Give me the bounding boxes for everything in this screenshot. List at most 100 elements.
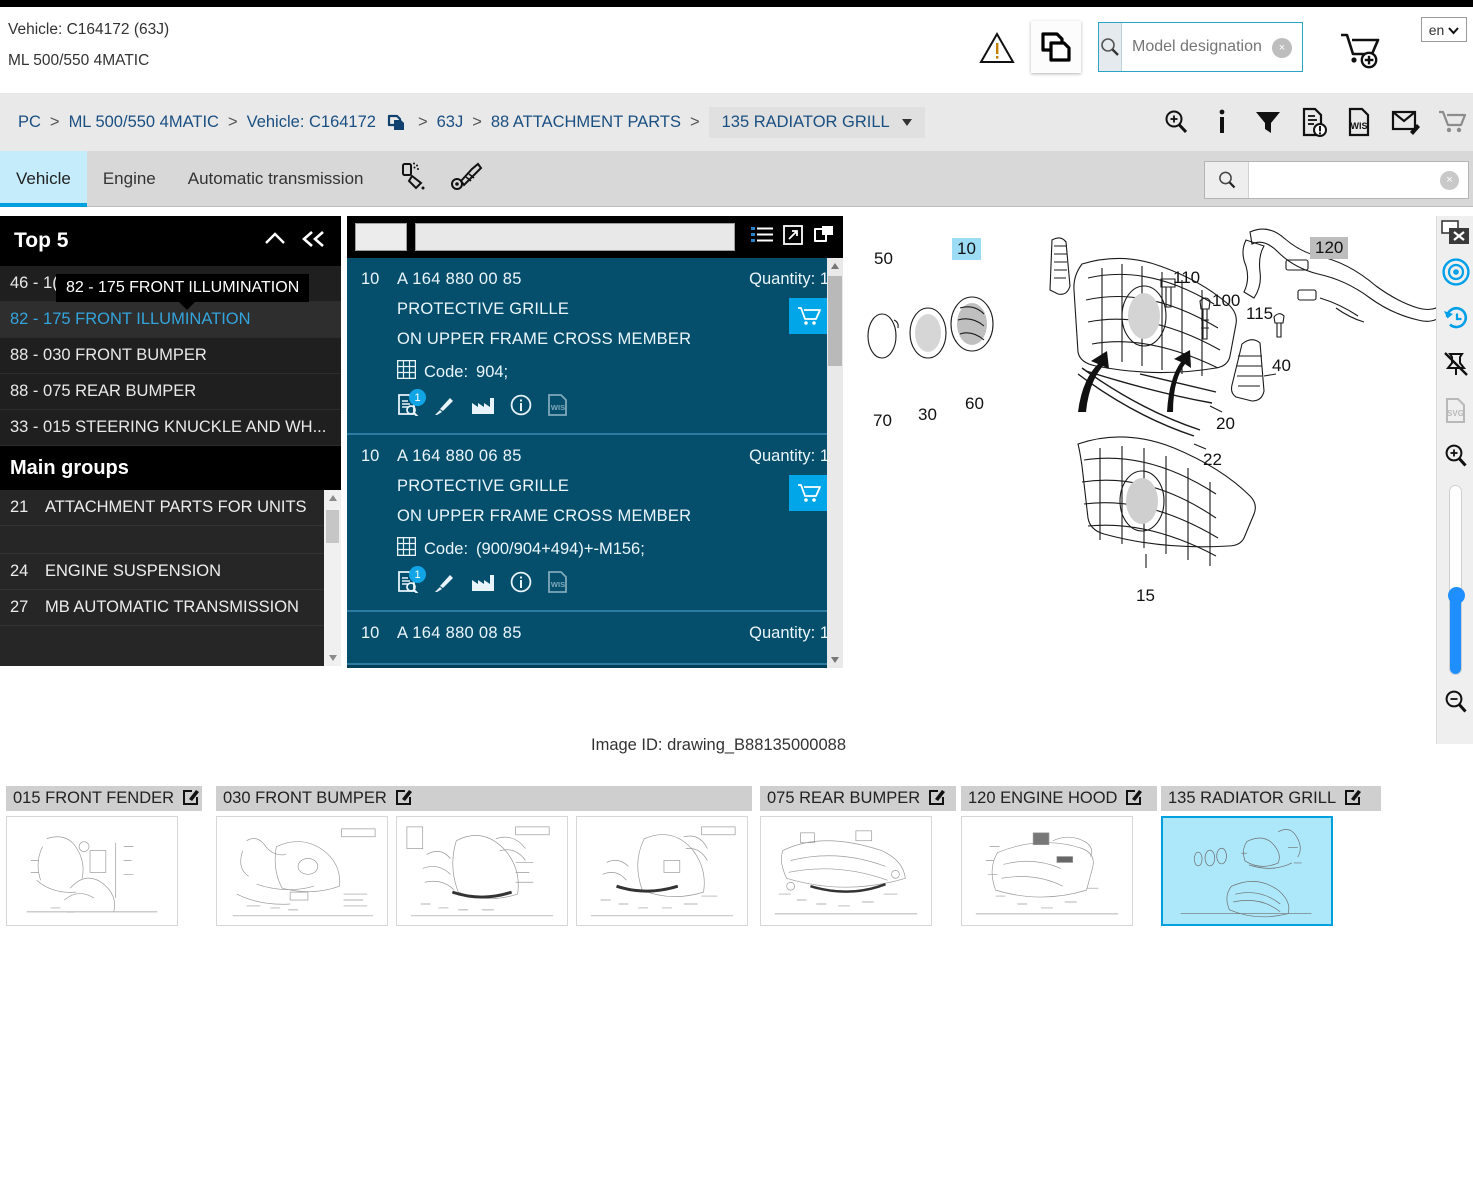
zoom-out-icon[interactable]	[1437, 679, 1473, 725]
tab-automatic-transmission[interactable]: Automatic transmission	[172, 151, 380, 207]
wis-icon[interactable]: WIS	[547, 571, 569, 598]
breadcrumb-item-attachment-parts[interactable]: 88 ATTACHMENT PARTS	[491, 113, 681, 132]
warning-triangle-icon[interactable]	[978, 29, 1016, 67]
edit-icon[interactable]	[1125, 788, 1143, 810]
diagram-callout-70[interactable]: 70	[873, 411, 892, 431]
model-designation-search[interactable]: ×	[1098, 22, 1341, 72]
document-search-icon[interactable]: 1	[397, 566, 426, 598]
top5-item-2[interactable]: 88 - 030 FRONT BUMPER	[0, 338, 341, 374]
paintbrush-icon[interactable]	[434, 394, 456, 421]
info-circle-icon[interactable]	[510, 571, 532, 598]
thumb-group-title-bar[interactable]: 120 ENGINE HOOD	[961, 786, 1157, 811]
factory-icon[interactable]	[471, 395, 495, 420]
unpin-icon[interactable]	[1437, 341, 1473, 387]
thumbnail-030-1[interactable]	[396, 816, 568, 926]
scrollbar-thumb[interactable]	[326, 510, 339, 543]
search-icon[interactable]	[1205, 162, 1249, 198]
zoom-slider[interactable]	[1437, 479, 1473, 679]
diagram-callout-10[interactable]: 10	[952, 238, 981, 260]
diagram-callout-40[interactable]: 40	[1272, 356, 1291, 376]
breadcrumb-item-63j[interactable]: 63J	[437, 113, 464, 132]
exploded-diagram[interactable]: 50 10 120 110 100 115 40 70 30 60 20 22 …	[850, 216, 1443, 716]
thumbnail-120-0[interactable]	[961, 816, 1133, 926]
edit-icon[interactable]	[395, 788, 412, 810]
document-search-icon[interactable]: 1	[397, 389, 426, 421]
chevron-up-icon[interactable]	[263, 231, 287, 252]
cart-add-icon[interactable]	[1338, 29, 1386, 71]
scroll-down-arrow-icon[interactable]	[827, 652, 843, 668]
mail-edit-icon[interactable]	[1391, 106, 1421, 138]
parts-search-box[interactable]: ×	[1204, 161, 1469, 199]
parts-search-input[interactable]	[1249, 162, 1440, 198]
document-alert-icon[interactable]	[1299, 106, 1329, 138]
scroll-up-arrow-icon[interactable]	[324, 490, 341, 506]
filter-icon[interactable]	[1253, 106, 1283, 138]
search-icon[interactable]	[1099, 23, 1122, 71]
breadcrumb-item-pc[interactable]: PC	[18, 113, 41, 132]
thumb-group-title-bar[interactable]: 075 REAR BUMPER	[760, 786, 956, 811]
list-view-icon[interactable]	[751, 225, 773, 250]
clear-search-icon[interactable]: ×	[1272, 38, 1292, 58]
history-undo-icon[interactable]	[1437, 295, 1473, 341]
double-chevron-left-icon[interactable]	[301, 230, 327, 253]
top5-item-4[interactable]: 33 - 015 STEERING KNUCKLE AND WH...	[0, 410, 341, 446]
target-circle-icon[interactable]	[1437, 249, 1473, 295]
scrollbar-thumb[interactable]	[828, 276, 842, 366]
thumbnail-075-0[interactable]	[760, 816, 932, 926]
thumb-group-title-bar[interactable]: 135 RADIATOR GRILL	[1161, 786, 1381, 811]
thumbnail-015-0[interactable]	[6, 816, 178, 926]
part-row-2[interactable]: 10 A 164 880 08 85 Quantity: 1	[347, 612, 843, 665]
parts-filter-box-small[interactable]	[355, 223, 407, 251]
tab-engine[interactable]: Engine	[87, 151, 172, 207]
thumb-group-title-bar[interactable]: 030 FRONT BUMPER	[216, 786, 752, 811]
zoom-slider-track[interactable]	[1448, 485, 1465, 675]
breadcrumb-item-vehicle[interactable]: Vehicle: C164172	[247, 113, 376, 132]
main-groups-scrollbar[interactable]	[324, 490, 341, 666]
thumbnail-030-0[interactable]	[216, 816, 388, 926]
thumb-group-title-bar[interactable]: 015 FRONT FENDER	[6, 786, 202, 811]
zoom-search-icon[interactable]	[1161, 106, 1191, 138]
breadcrumb-current-dropdown[interactable]: 135 RADIATOR GRILL	[708, 106, 925, 138]
diagram-callout-120[interactable]: 120	[1310, 237, 1349, 259]
diagram-callout-60[interactable]: 60	[965, 394, 984, 414]
diagram-callout-15[interactable]: 15	[1136, 586, 1155, 606]
info-icon[interactable]	[1207, 106, 1237, 138]
diagram-callout-115[interactable]: 115	[1246, 304, 1273, 324]
edit-icon[interactable]	[1344, 788, 1362, 810]
edit-icon[interactable]	[928, 788, 946, 810]
main-group-item-21[interactable]: 21 ATTACHMENT PARTS FOR UNITS	[0, 490, 341, 526]
part-0-add-to-cart-button[interactable]	[789, 298, 829, 334]
scroll-down-arrow-icon[interactable]	[324, 650, 341, 666]
thumbnail-135-0[interactable]	[1161, 816, 1333, 926]
parts-list-scrollbar[interactable]	[827, 258, 843, 668]
top5-item-3[interactable]: 88 - 075 REAR BUMPER	[0, 374, 341, 410]
diagram-callout-110[interactable]: 110	[1173, 268, 1200, 288]
diagram-drawing[interactable]	[850, 216, 1443, 646]
main-group-item-27[interactable]: 27 MB AUTOMATIC TRANSMISSION	[0, 590, 341, 626]
scroll-up-arrow-icon[interactable]	[827, 258, 843, 274]
code-table-icon[interactable]	[396, 359, 417, 384]
bolt-tool-icon[interactable]	[450, 160, 484, 199]
diagram-callout-22[interactable]: 22	[1203, 450, 1222, 470]
breadcrumb-item-model[interactable]: ML 500/550 4MATIC	[69, 113, 219, 132]
diagram-callout-100[interactable]: 100	[1212, 291, 1240, 311]
code-table-icon[interactable]	[396, 536, 417, 561]
language-selector[interactable]: en	[1421, 17, 1467, 42]
part-1-add-to-cart-button[interactable]	[789, 475, 829, 511]
wis-icon[interactable]: WIS	[547, 394, 569, 421]
top5-item-1[interactable]: 82 - 175 FRONT ILLUMINATION	[0, 302, 341, 338]
diagram-callout-20[interactable]: 20	[1216, 414, 1235, 434]
model-designation-input[interactable]	[1122, 23, 1341, 71]
tab-vehicle[interactable]: Vehicle	[0, 151, 87, 207]
parts-filter-box-wide[interactable]	[415, 223, 735, 251]
expand-arrows-icon[interactable]	[783, 224, 803, 250]
breadcrumb-copy-icon[interactable]	[387, 112, 407, 132]
part-row-1[interactable]: 10 A 164 880 06 85 Quantity: 1 PROTECTIV…	[347, 435, 843, 612]
part-row-0[interactable]: 10 A 164 880 00 85 Quantity: 1 PROTECTIV…	[347, 258, 843, 435]
thumbnail-030-2[interactable]	[576, 816, 748, 926]
svg-export-icon[interactable]: SVG	[1437, 387, 1473, 433]
edit-icon[interactable]	[182, 788, 200, 810]
zoom-slider-knob[interactable]	[1448, 587, 1465, 604]
close-window-icon[interactable]	[1437, 216, 1473, 249]
factory-icon[interactable]	[471, 572, 495, 597]
